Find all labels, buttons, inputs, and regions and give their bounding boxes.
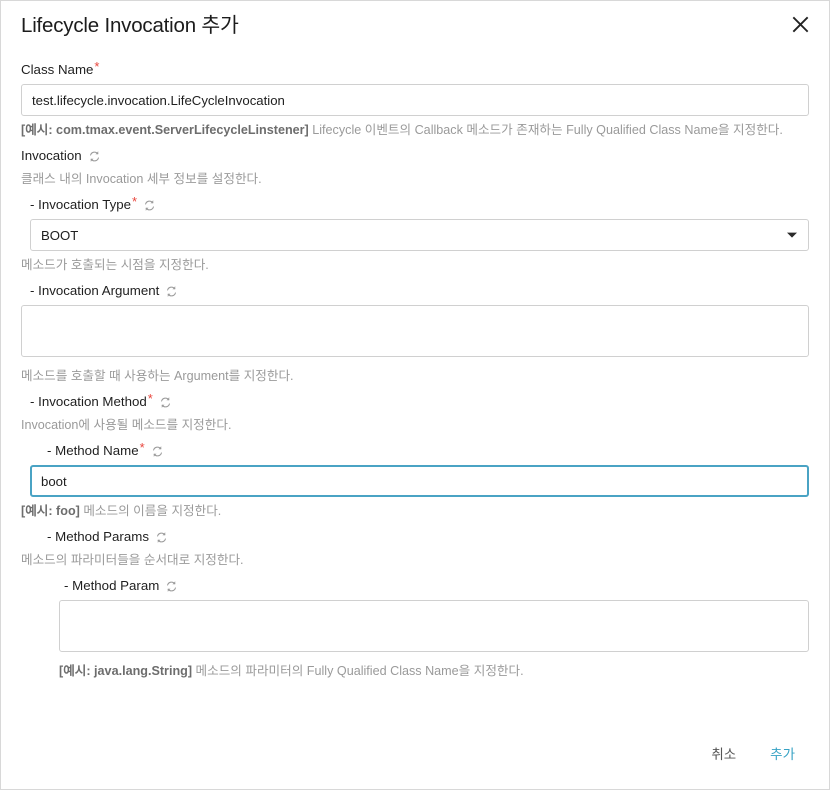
invocation-type-value: BOOT <box>41 227 79 243</box>
required-asterisk: * <box>94 59 100 74</box>
method-params-label-text: - Method Params <box>47 529 149 544</box>
add-button[interactable]: 추가 <box>756 738 809 772</box>
method-param-label: - Method Param <box>64 576 809 595</box>
cancel-button[interactable]: 취소 <box>697 738 750 772</box>
invocation-type-select-wrapper: BOOT <box>30 219 809 251</box>
invocation-label: Invocation <box>21 146 809 165</box>
close-icon-button[interactable] <box>783 7 817 41</box>
invocation-label-text: Invocation <box>21 148 82 163</box>
refresh-icon[interactable] <box>151 445 164 458</box>
method-param-description: [예시: java.lang.String] 메소드의 파라미터의 Fully … <box>59 662 809 680</box>
invocation-type-label-text: - Invocation Type <box>30 197 132 212</box>
invocation-type-select[interactable]: BOOT <box>30 219 809 251</box>
refresh-icon[interactable] <box>165 580 178 593</box>
class-name-description-text: Lifecycle 이벤트의 Callback 메소드가 존재하는 Fully … <box>308 123 783 137</box>
refresh-icon[interactable] <box>88 150 101 163</box>
method-name-description: [예시: foo] 메소드의 이름을 지정한다. <box>21 502 809 520</box>
invocation-argument-label: - Invocation Argument <box>30 281 809 300</box>
invocation-type-label: - Invocation Type * <box>30 195 809 214</box>
class-name-example: [예시: com.tmax.event.ServerLifecycleLinst… <box>21 123 309 137</box>
invocation-method-label-text: - Invocation Method <box>30 394 147 409</box>
refresh-icon[interactable] <box>143 199 156 212</box>
invocation-argument-description: 메소드를 호출할 때 사용하는 Argument를 지정한다. <box>21 369 294 383</box>
refresh-icon[interactable] <box>159 396 172 409</box>
refresh-icon[interactable] <box>165 285 178 298</box>
invocation-argument-label-text: - Invocation Argument <box>30 283 160 298</box>
invocation-type-description: 메소드가 호출되는 시점을 지정한다. <box>21 258 209 272</box>
dialog-header: Lifecycle Invocation 추가 <box>1 1 829 49</box>
refresh-icon[interactable] <box>155 531 168 544</box>
required-asterisk: * <box>139 440 145 455</box>
required-asterisk: * <box>132 194 138 209</box>
close-icon <box>792 16 809 33</box>
method-param-example: [예시: java.lang.String] <box>59 664 193 678</box>
invocation-method-label: - Invocation Method * <box>30 392 809 411</box>
method-name-description-text: 메소드의 이름을 지정한다. <box>79 504 222 518</box>
class-name-input[interactable] <box>21 84 809 116</box>
method-name-input[interactable] <box>30 465 809 497</box>
invocation-argument-textarea[interactable] <box>21 305 809 357</box>
class-name-description: [예시: com.tmax.event.ServerLifecycleLinst… <box>21 121 809 139</box>
class-name-label: Class Name * <box>21 60 809 79</box>
method-name-example: [예시: foo] <box>21 504 80 518</box>
method-param-textarea[interactable] <box>59 600 809 652</box>
class-name-label-text: Class Name <box>21 62 94 77</box>
method-name-label: - Method Name * <box>47 441 809 460</box>
method-params-label: - Method Params <box>47 527 809 546</box>
dialog-footer: 취소 추가 <box>1 727 829 789</box>
dialog-body: Class Name * [예시: com.tmax.event.ServerL… <box>1 49 829 727</box>
method-param-label-text: - Method Param <box>64 578 160 593</box>
method-param-description-text: 메소드의 파라미터의 Fully Qualified Class Name을 지… <box>192 664 524 678</box>
required-asterisk: * <box>147 391 153 406</box>
dialog-title: Lifecycle Invocation 추가 <box>21 14 239 37</box>
invocation-description: 클래스 내의 Invocation 세부 정보를 설정한다. <box>21 172 262 186</box>
method-name-label-text: - Method Name <box>47 443 139 458</box>
lifecycle-invocation-dialog: Lifecycle Invocation 추가 Class Name * [예시… <box>0 0 830 790</box>
invocation-method-description: Invocation에 사용될 메소드를 지정한다. <box>21 418 232 432</box>
method-params-description: 메소드의 파라미터들을 순서대로 지정한다. <box>21 553 244 567</box>
